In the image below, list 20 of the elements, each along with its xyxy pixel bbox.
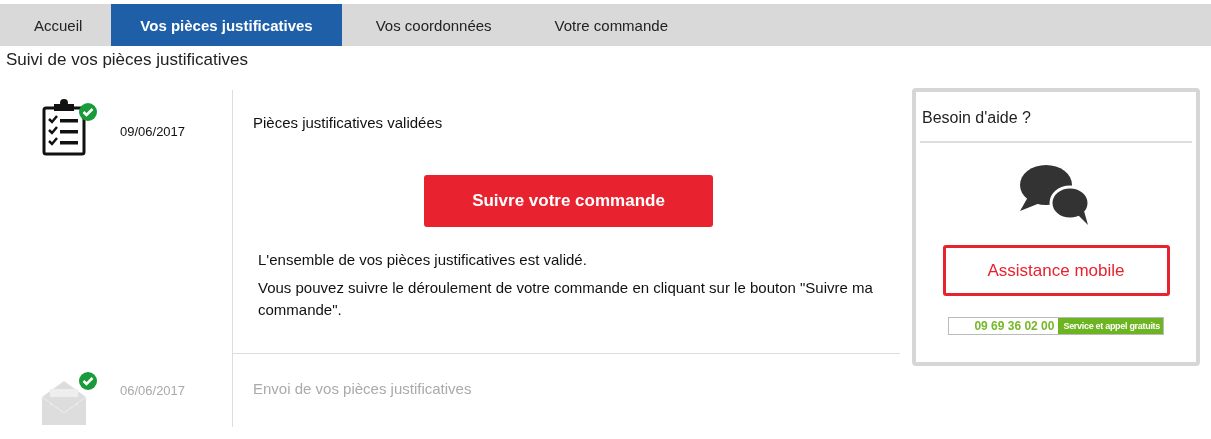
envelope-icon	[41, 381, 87, 425]
assistance-button[interactable]: Assistance mobile	[942, 245, 1170, 296]
phone-note: Service et appel gratuits	[1058, 318, 1163, 334]
nav-tab[interactable]: Vos pièces justificatives	[111, 4, 342, 46]
step-description: Vous pouvez suivre le déroulement de votre commande en cliquant sur le bouton "Suivre ma commande".	[258, 278, 874, 320]
nav-tab[interactable]: Vos coordonnées	[341, 4, 521, 46]
step-date: 06/06/2017	[120, 383, 186, 398]
step-date: 09/06/2017	[120, 124, 186, 139]
page-heading: Suivi de vos pièces justificatives	[6, 50, 249, 70]
step-title: Pièces justificatives validées	[253, 114, 444, 131]
check-badge-icon	[79, 372, 97, 390]
step-description: L'ensemble de vos pièces justificatives est validé.	[258, 250, 588, 270]
phone-number: 09 69 36 02 00	[973, 318, 1056, 334]
nav-tab[interactable]: Votre commande	[520, 4, 697, 46]
clipboard-icon	[42, 99, 86, 156]
track-order-button[interactable]: Suivre votre commande	[424, 175, 713, 227]
check-badge-icon	[79, 103, 97, 121]
help-title: Besoin d'aide ?	[920, 92, 1192, 143]
nav-tab[interactable]: Accueil	[0, 4, 112, 46]
step-title: Envoi de vos pièces justificatives	[253, 380, 473, 397]
